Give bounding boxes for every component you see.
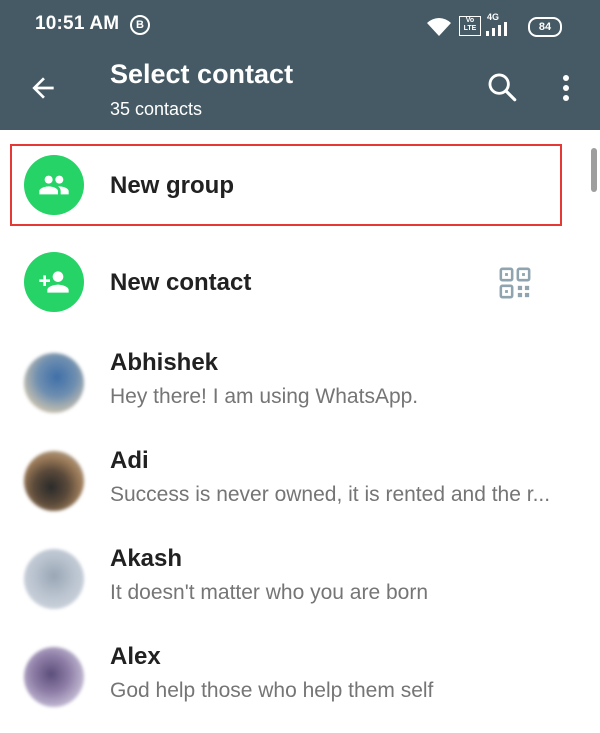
contact-count: 35 contacts xyxy=(110,99,203,119)
contact-name: Abhishek xyxy=(110,349,219,376)
contact-name: Alex xyxy=(110,643,161,670)
more-vert-icon[interactable] xyxy=(554,72,578,104)
wifi-icon xyxy=(427,18,451,36)
page-title: Select contact xyxy=(110,59,294,89)
signal-icon xyxy=(486,22,507,36)
contact-row-abhishek[interactable]: Abhishek Hey there! I am using WhatsApp. xyxy=(0,341,590,439)
new-contact-row[interactable]: New contact xyxy=(0,238,590,330)
contact-avatar xyxy=(24,451,84,511)
contact-row-akash[interactable]: Akash It doesn't matter who you are born xyxy=(0,537,590,635)
contact-status: It doesn't matter who you are born xyxy=(110,581,429,604)
battery-indicator: 84 xyxy=(528,17,562,37)
arrow-back-icon[interactable] xyxy=(27,72,59,104)
notification-badge: B xyxy=(130,15,150,35)
contact-status: Hey there! I am using WhatsApp. xyxy=(110,385,419,408)
person-add-icon xyxy=(39,271,69,293)
highlight-box xyxy=(10,144,562,226)
new-contact-label: New contact xyxy=(110,269,252,296)
contact-name: Adi xyxy=(110,447,149,474)
app-toolbar: Select contact 35 contacts xyxy=(0,50,600,130)
volte-icon: Vo LTE xyxy=(459,16,481,36)
contact-status: Success is never owned, it is rented and… xyxy=(110,483,551,506)
contact-status: God help those who help them self xyxy=(110,679,434,702)
status-bar: 10:51 AM B Vo LTE 4G 84 xyxy=(0,0,600,50)
contact-avatar xyxy=(24,647,84,707)
contact-row-adi[interactable]: Adi Success is never owned, it is rented… xyxy=(0,439,590,537)
contact-avatar xyxy=(24,353,84,413)
new-contact-avatar xyxy=(24,252,84,312)
new-group-row[interactable]: New group xyxy=(0,140,590,232)
new-group-label: New group xyxy=(110,172,234,199)
new-group-avatar xyxy=(24,155,84,215)
status-time: 10:51 AM xyxy=(35,13,120,34)
group-icon xyxy=(39,175,69,195)
contact-avatar xyxy=(24,549,84,609)
network-type: 4G xyxy=(487,12,500,22)
contact-name: Akash xyxy=(110,545,183,572)
contact-row-alex[interactable]: Alex God help those who help them self xyxy=(0,635,590,733)
scrollbar[interactable] xyxy=(591,148,597,192)
qr-code-icon[interactable] xyxy=(498,266,532,300)
search-icon[interactable] xyxy=(485,70,519,104)
